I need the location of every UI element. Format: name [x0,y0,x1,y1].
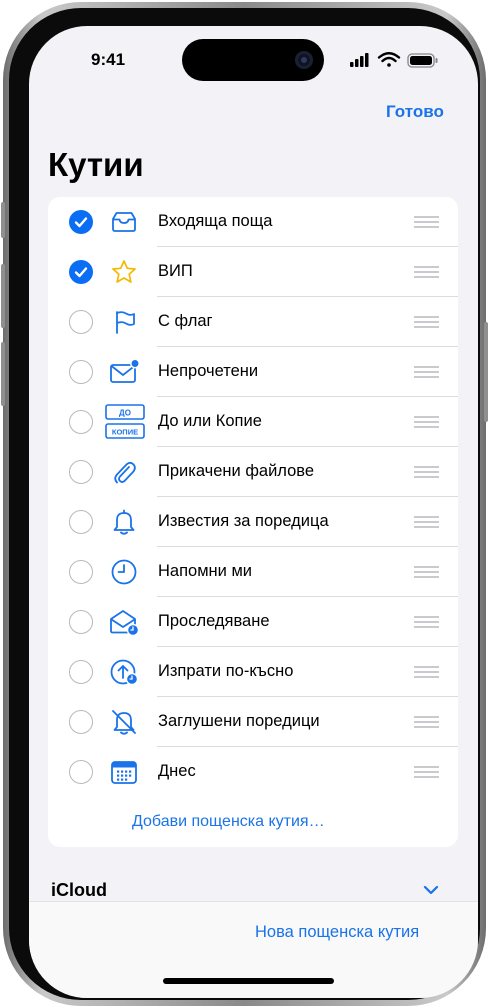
volume-down-button [1,342,5,406]
paperclip-icon [114,461,136,484]
screen: 9:41 Готово Кутии Входяща поща ВИП С фла… [29,26,478,998]
list-item[interactable]: Известия за поредица [48,497,458,547]
list-item[interactable]: ВИП [48,247,458,297]
battery-icon [407,53,438,68]
account-header-icloud[interactable]: iCloud [51,880,107,901]
list-item[interactable]: Прикачени файлове [48,447,458,497]
list-item[interactable]: Днес [48,747,458,797]
reorder-grip-icon[interactable] [414,515,439,529]
reorder-grip-icon[interactable] [414,665,439,679]
reorder-grip-icon[interactable] [414,715,439,729]
phone-frame: 9:41 Готово Кутии Входяща поща ВИП С фла… [1,2,488,1006]
mailbox-label: Входяща поща [158,212,273,230]
checkmark-unselected[interactable] [69,360,93,384]
bell-slash-icon [112,710,136,735]
dynamic-island [182,39,324,81]
bell-icon [113,509,135,535]
star-icon [112,260,136,283]
done-button[interactable]: Готово [386,102,444,122]
mailbox-label: Проследяване [158,612,270,630]
side-button [484,322,488,422]
checkmark-unselected[interactable] [69,310,93,334]
checkmark-selected[interactable] [69,260,93,284]
mailbox-label: Днес [158,762,196,780]
envelope-followup-icon [110,610,139,636]
mailbox-label: Прикачени файлове [158,462,315,480]
new-mailbox-button[interactable]: Нова пощенска кутия [255,923,419,942]
list-item[interactable]: Проследяване [48,597,458,647]
reorder-grip-icon[interactable] [414,465,439,479]
volume-up-button [1,264,5,328]
calendar-icon [111,761,137,784]
checkmark-selected[interactable] [69,210,93,234]
mailbox-label: До или Копие [158,412,262,430]
mailbox-label: ВИП [158,262,193,280]
reorder-grip-icon[interactable] [414,315,439,329]
mailbox-label: Напомни ми [158,562,253,580]
mailbox-label: Непрочетени [158,362,259,380]
mailbox-label: Известия за поредица [158,512,329,530]
checkmark-unselected[interactable] [69,760,93,784]
list-item[interactable]: Заглушени поредици [48,697,458,747]
cellular-signal-icon [350,53,369,67]
mailbox-label: С флаг [158,312,213,330]
cc-label: КОПИЕ [112,428,138,437]
status-bar-icons [350,52,438,68]
mailbox-list: Входяща поща ВИП С флаг Непрочетени ДО К… [48,197,458,847]
bottom-toolbar: Нова пощенска кутия [29,901,478,998]
status-time: 9:41 [91,50,126,69]
chevron-down-icon[interactable] [423,884,439,896]
list-item[interactable]: Изпрати по-късно [48,647,458,697]
action-button [1,202,5,238]
page-title: Кутии [48,146,144,183]
checkmark-unselected[interactable] [69,710,93,734]
mailbox-label: Заглушени поредици [158,712,320,730]
to-label: ДО [119,409,131,418]
reorder-grip-icon[interactable] [414,365,439,379]
wifi-icon [377,52,401,67]
checkmark-unselected[interactable] [69,460,93,484]
mailbox-label: Изпрати по-късно [158,662,294,680]
flag-icon [116,311,135,334]
list-item[interactable]: Входяща поща [48,197,458,247]
front-camera [295,51,313,69]
list-item[interactable]: Напомни ми [48,547,458,597]
checkmark-unselected[interactable] [69,660,93,684]
list-item[interactable]: С флаг [48,297,458,347]
reorder-grip-icon[interactable] [414,765,439,779]
reorder-grip-icon[interactable] [414,615,439,629]
reorder-grip-icon[interactable] [414,565,439,579]
checkmark-unselected[interactable] [69,410,93,434]
list-item[interactable]: ДО КОПИЕ До или Копие [48,397,458,447]
checkmark-unselected[interactable] [69,510,93,534]
inbox-tray-icon [112,212,136,232]
send-later-icon [110,659,139,686]
reorder-grip-icon[interactable] [414,265,439,279]
unread-envelope-icon [110,358,139,383]
list-item[interactable]: Непрочетени [48,347,458,397]
reorder-grip-icon[interactable] [414,215,439,229]
clock-icon [111,559,137,585]
bezel: 9:41 Готово Кутии Входяща поща ВИП С фла… [9,8,480,1000]
to-cc-icon: ДО КОПИЕ [105,404,145,439]
reorder-grip-icon[interactable] [414,415,439,429]
home-indicator [163,978,334,984]
add-mailbox-link[interactable]: Добави пощенска кутия… [132,813,325,831]
checkmark-unselected[interactable] [69,560,93,584]
checkmark-unselected[interactable] [69,610,93,634]
